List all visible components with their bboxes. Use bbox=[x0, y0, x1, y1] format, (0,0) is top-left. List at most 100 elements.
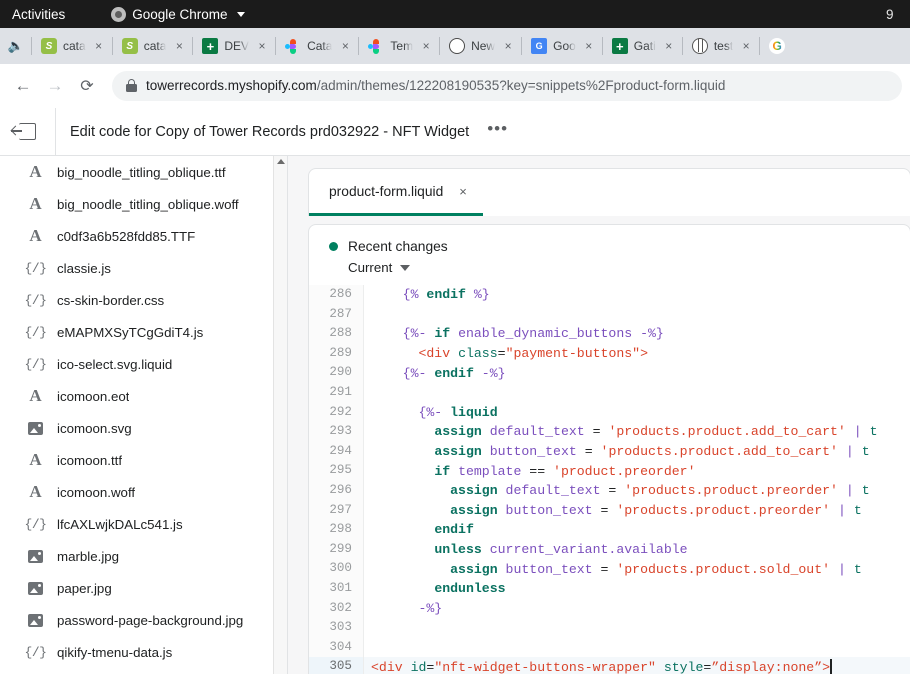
line-number: 300 bbox=[309, 559, 364, 579]
close-icon[interactable]: × bbox=[172, 39, 186, 53]
line-number: 297 bbox=[309, 501, 364, 521]
browser-tab[interactable]: Cata× bbox=[277, 30, 357, 62]
browser-tab[interactable]: Goo × bbox=[523, 30, 601, 62]
close-icon[interactable]: × bbox=[662, 39, 676, 53]
file-list-item[interactable]: {/}lfcAXLwjkDALc541.js bbox=[0, 508, 287, 540]
code-line[interactable]: 292 {%- liquid bbox=[309, 403, 910, 423]
file-list-item-label: icomoon.ttf bbox=[57, 453, 122, 468]
file-list-scrollbar[interactable] bbox=[273, 156, 287, 674]
file-list-item[interactable]: Abig_noodle_titling_oblique.woff bbox=[0, 188, 287, 220]
file-list-item[interactable]: Aicomoon.ttf bbox=[0, 444, 287, 476]
browser-toolbar: ← → ⟳ towerrecords.myshopify.com/admin/t… bbox=[0, 64, 910, 108]
app-menu-chrome[interactable]: Google Chrome bbox=[111, 7, 244, 22]
browser-tab[interactable] bbox=[761, 30, 787, 62]
close-icon[interactable]: × bbox=[501, 39, 515, 53]
browser-tab[interactable]: Gati × bbox=[604, 30, 681, 62]
file-list-item[interactable]: {/}ico-select.svg.liquid bbox=[0, 348, 287, 380]
image-icon bbox=[27, 582, 44, 595]
code-area[interactable]: 286 {% endif %}287288 {%- if enable_dyna… bbox=[308, 285, 910, 674]
close-icon[interactable]: × bbox=[739, 39, 753, 53]
code-line[interactable]: 298 endif bbox=[309, 520, 910, 540]
line-number: 293 bbox=[309, 422, 364, 442]
code-line[interactable]: 288 {%- if enable_dynamic_buttons -%} bbox=[309, 324, 910, 344]
file-list-item-label: cs-skin-border.css bbox=[57, 293, 164, 308]
code-line[interactable]: 301 endunless bbox=[309, 579, 910, 599]
line-number: 291 bbox=[309, 383, 364, 403]
exit-icon bbox=[19, 123, 36, 140]
reload-button[interactable]: ⟳ bbox=[72, 71, 102, 101]
file-list-item[interactable]: Aicomoon.woff bbox=[0, 476, 287, 508]
file-list-item[interactable]: {/}classie.js bbox=[0, 252, 287, 284]
line-number: 304 bbox=[309, 638, 364, 658]
file-list-item[interactable]: {/}qikify-tmenu-data.js bbox=[0, 636, 287, 668]
file-list-item[interactable]: Abig_noodle_titling_oblique.ttf bbox=[0, 156, 287, 188]
code-line[interactable]: 300 assign button_text = 'products.produ… bbox=[309, 559, 910, 579]
code-line[interactable]: 291 bbox=[309, 383, 910, 403]
file-list-item[interactable]: icomoon.svg bbox=[0, 412, 287, 444]
code-line[interactable]: 303 bbox=[309, 618, 910, 638]
code-line[interactable]: 286 {% endif %} bbox=[309, 285, 910, 305]
file-list-item[interactable]: marble.jpg bbox=[0, 540, 287, 572]
code-line[interactable]: 296 assign default_text = 'products.prod… bbox=[309, 481, 910, 501]
address-bar[interactable]: towerrecords.myshopify.com/admin/themes/… bbox=[112, 71, 902, 101]
browser-tab-title: DEV bbox=[224, 39, 249, 53]
line-number: 292 bbox=[309, 403, 364, 423]
back-button[interactable]: ← bbox=[8, 71, 38, 101]
file-list-item-label: big_noodle_titling_oblique.ttf bbox=[57, 165, 226, 180]
tab-separator bbox=[112, 37, 113, 55]
recent-changes-label: Recent changes bbox=[348, 239, 448, 254]
tab-product-form-liquid[interactable]: product-form.liquid × bbox=[309, 169, 483, 216]
browser-tab[interactable]: DEV × bbox=[194, 30, 274, 62]
close-icon[interactable]: × bbox=[582, 39, 596, 53]
code-lines[interactable]: 286 {% endif %}287288 {%- if enable_dyna… bbox=[309, 285, 910, 674]
clock[interactable]: 9 bbox=[886, 0, 908, 28]
line-number: 299 bbox=[309, 540, 364, 560]
close-icon[interactable]: × bbox=[92, 39, 106, 53]
code-line[interactable]: 290 {%- endif -%} bbox=[309, 363, 910, 383]
activities-button[interactable]: Activities bbox=[0, 7, 79, 22]
code-line[interactable]: 302 -%} bbox=[309, 599, 910, 619]
code-line[interactable]: 294 assign button_text = 'products.produ… bbox=[309, 442, 910, 462]
file-list-item[interactable]: {/}eMAPMXSyTCgGdiT4.js bbox=[0, 316, 287, 348]
browser-tab[interactable]: Tem× bbox=[360, 30, 438, 62]
google-icon bbox=[769, 38, 785, 54]
image-icon bbox=[27, 422, 44, 435]
figma-icon bbox=[368, 38, 384, 54]
code-line-text: {% endif %} bbox=[364, 287, 910, 302]
code-line[interactable]: 289 <div class="payment-buttons"> bbox=[309, 344, 910, 364]
file-list-item[interactable]: {/}cs-skin-border.css bbox=[0, 284, 287, 316]
font-icon: A bbox=[27, 226, 44, 246]
line-number: 290 bbox=[309, 363, 364, 383]
browser-tab[interactable]: cata× bbox=[114, 30, 192, 62]
code-line[interactable]: 299 unless current_variant.available bbox=[309, 540, 910, 560]
exit-code-editor-button[interactable] bbox=[0, 108, 56, 156]
code-line[interactable]: 295 if template == 'product.preorder' bbox=[309, 461, 910, 481]
file-list-item[interactable]: Ac0df3a6b528fdd85.TTF bbox=[0, 220, 287, 252]
close-icon[interactable]: × bbox=[255, 39, 269, 53]
file-list-item-label: paper.jpg bbox=[57, 581, 112, 596]
speaker-icon[interactable]: 🔈 bbox=[2, 38, 30, 54]
browser-tab-title: Gati bbox=[634, 39, 656, 53]
more-actions-button[interactable]: ••• bbox=[487, 120, 508, 143]
close-icon[interactable]: × bbox=[419, 39, 433, 53]
browser-tab[interactable]: New× bbox=[441, 30, 520, 62]
browser-tab[interactable]: cata× bbox=[33, 30, 111, 62]
code-line[interactable]: 297 assign button_text = 'products.produ… bbox=[309, 501, 910, 521]
file-list-item[interactable]: password-page-background.jpg bbox=[0, 604, 287, 636]
browser-tab[interactable]: test× bbox=[684, 30, 758, 62]
forward-button[interactable]: → bbox=[40, 71, 70, 101]
file-list-item[interactable]: paper.jpg bbox=[0, 572, 287, 604]
code-line[interactable]: 293 assign default_text = 'products.prod… bbox=[309, 422, 910, 442]
scroll-up-icon[interactable] bbox=[277, 159, 285, 164]
code-line-text: endunless bbox=[364, 581, 910, 596]
file-list-item[interactable]: Aicomoon.eot bbox=[0, 380, 287, 412]
close-icon[interactable]: × bbox=[338, 39, 352, 53]
close-icon[interactable]: × bbox=[459, 185, 467, 198]
browser-tab-title: Goo bbox=[553, 39, 576, 53]
version-selector[interactable]: Current bbox=[348, 260, 910, 275]
code-line[interactable]: 304 bbox=[309, 638, 910, 658]
code-icon: {/} bbox=[27, 261, 44, 276]
code-line[interactable]: 305<div id="nft-widget-buttons-wrapper" … bbox=[309, 657, 910, 674]
code-line[interactable]: 287 bbox=[309, 305, 910, 325]
font-icon: A bbox=[27, 482, 44, 502]
